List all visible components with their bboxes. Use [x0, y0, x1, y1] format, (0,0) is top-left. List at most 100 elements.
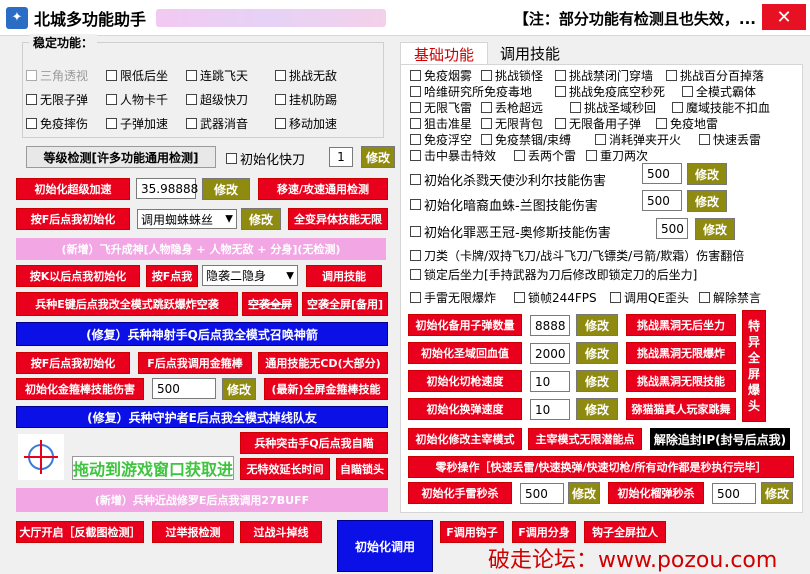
level-check-button[interactable]: 等级检测[许多功能通用检测]: [26, 146, 216, 168]
self-aim-head-button[interactable]: 自瞄锁头: [336, 458, 388, 480]
dark-blood-input[interactable]: 500: [642, 190, 682, 211]
checkbox-low-space[interactable]: 挑战免疫底空秒死: [555, 83, 665, 100]
airstrike-full-button[interactable]: 空袭全屏: [242, 292, 298, 316]
modify-button[interactable]: 修改: [687, 190, 727, 212]
init-holy-regen-button[interactable]: 初始化圣域回血值: [408, 342, 522, 364]
checkbox-init-kill-sky[interactable]: 初始化杀戮天使沙利尔技能伤害: [410, 170, 606, 189]
modify-button[interactable]: 修改: [568, 482, 600, 504]
golden-damage-input[interactable]: 500: [152, 378, 216, 399]
init-grenade-sec-button[interactable]: 初始化手雷秒杀: [408, 482, 512, 504]
mimi-jump-button[interactable]: 猕猫猫真人玩家跳舞: [626, 398, 736, 420]
checkbox-demon-skill[interactable]: 魔域技能不扣血: [672, 99, 770, 116]
shotgun-sec-input[interactable]: 500: [712, 483, 756, 504]
checkbox-anti-kick[interactable]: 挂机防踢: [275, 91, 337, 108]
checkbox-low-recoil[interactable]: 限低后坐: [106, 67, 168, 84]
checkbox-knife-types[interactable]: 刀类（卡牌/双持飞刀/战斗飞刀/飞镖类/弓箭/欺霜）伤害翻倍: [410, 247, 744, 264]
pass-fight-button[interactable]: 过战斗掉线: [240, 521, 322, 543]
checkbox-far-throw[interactable]: 丢枪超远: [481, 99, 543, 116]
checkbox-sniper-scope[interactable]: 狙击准星: [410, 115, 472, 132]
checkbox-challenge-lock[interactable]: 挑战锁怪: [481, 67, 543, 84]
grenade-sec-input[interactable]: 500: [520, 483, 564, 504]
challenge-blackhole-bomb-button[interactable]: 挑战黑洞无限爆炸: [626, 342, 736, 364]
no-special-delay-button[interactable]: 无特效延长时间: [240, 458, 330, 480]
checkbox-init-fast-knife[interactable]: 初始化快刀: [226, 149, 305, 168]
tab-call-skill[interactable]: 调用技能: [490, 42, 570, 65]
crosshair-icon[interactable]: [18, 434, 64, 480]
init-switch-gun-button[interactable]: 初始化切枪速度: [408, 370, 522, 392]
modify-button[interactable]: 修改: [761, 482, 793, 504]
checkbox-infinite-bag[interactable]: 无限背包: [481, 115, 543, 132]
checkbox-full-drop[interactable]: 挑战百分百掉落: [666, 67, 764, 84]
checkbox-init-dark-blood[interactable]: 初始化暗裔血蛛-兰图技能伤害: [410, 195, 598, 214]
swap-ammo-input[interactable]: 10: [530, 399, 570, 420]
checkbox-move-speed[interactable]: 移动加速: [275, 115, 337, 132]
challenge-blackhole-recoil-button[interactable]: 挑战黑洞无后坐力: [626, 314, 736, 336]
init-shotgun-sec-button[interactable]: 初始化榴弹秒杀: [608, 482, 704, 504]
pass-report-button[interactable]: 过举报检测: [152, 521, 234, 543]
flying-new-button[interactable]: (新增）飞升成神[人物隐身 + 人物无敌 + 分身](无检测): [16, 238, 386, 260]
modify-button[interactable]: 修改: [202, 178, 250, 200]
init-ammo-button[interactable]: 初始化备用子弹数量: [408, 314, 522, 336]
fix-sniper-button[interactable]: (修复）兵种神射手Q后点我全模式召唤神箭: [16, 322, 388, 346]
checkbox-infinite-spare-ammo[interactable]: 无限备用子弹: [555, 115, 641, 132]
evil-crown-input[interactable]: 500: [656, 218, 688, 239]
checkbox-infinite-ammo[interactable]: 无限子弹: [26, 91, 88, 108]
new-shura-button[interactable]: (新增）兵种近战修罗E后点我调用27BUFF: [16, 488, 388, 512]
checkbox-door-through[interactable]: 挑战禁闭门穿墙: [555, 67, 653, 84]
checkbox-bullet-speed[interactable]: 子弹加速: [106, 115, 168, 132]
skill-nocd-button[interactable]: 通用技能无CD(大部分): [258, 352, 388, 374]
checkbox-character-stuck[interactable]: 人物卡千: [106, 91, 168, 108]
checkbox-quick-grenade[interactable]: 快速丢雷: [699, 131, 761, 148]
fullbody-nolimit-button[interactable]: 全变异体技能无限: [288, 208, 388, 230]
checkbox-infinite-thunder[interactable]: 无限飞雷: [410, 99, 472, 116]
press-f-init-button[interactable]: 按F后点我初始化: [16, 208, 130, 230]
modify-button[interactable]: 修改: [361, 146, 395, 168]
lobby-open-button[interactable]: 大厅开启［反截图检测］: [16, 521, 144, 543]
e-key-change-button[interactable]: 兵种E键后点我改全模式跳跃爆炸空袭: [16, 292, 238, 316]
checkbox-clip-fire[interactable]: 消耗弹夹开火: [595, 131, 681, 148]
checkbox-super-knife[interactable]: 超级快刀: [186, 91, 248, 108]
checkbox-fly-jump[interactable]: 连跳飞天: [186, 67, 248, 84]
init-mod-mode-button[interactable]: 初始化修改主宰模式: [408, 428, 522, 450]
special-full-bomb-button[interactable]: 特 异 全 屏 爆 头: [742, 310, 766, 422]
assault-q-button[interactable]: 兵种突击手Q后点我自瞄: [240, 432, 388, 454]
checkbox-triangle-esp[interactable]: 三角透视: [26, 67, 88, 84]
press-k-init-button[interactable]: 按K以后点我初始化: [16, 265, 140, 287]
modify-button[interactable]: 修改: [222, 378, 256, 400]
checkbox-call-qe[interactable]: 调用QE歪头: [610, 289, 689, 306]
checkbox-lock-recoil[interactable]: 锁定后坐力[手持武器为刀后修改即锁定刀的后坐力]: [410, 266, 697, 283]
modify-button[interactable]: 修改: [576, 398, 618, 420]
press-f-me-button[interactable]: 按F点我: [146, 265, 198, 287]
checkbox-float-immune[interactable]: 免疫浮空: [410, 131, 472, 148]
checkbox-holy-regen[interactable]: 挑战圣域秒回: [570, 99, 656, 116]
modify-button[interactable]: 修改: [576, 370, 618, 392]
checkbox-grenade-nolimit[interactable]: 手雷无限爆炸: [410, 289, 496, 306]
checkbox-fall-immune[interactable]: 免疫摔伤: [26, 115, 88, 132]
stealth-select[interactable]: 隐袭二隐身 ▼: [202, 265, 298, 286]
modify-button[interactable]: 修改: [576, 342, 618, 364]
init-call-button[interactable]: 初始化调用: [337, 520, 433, 572]
checkbox-two-grenades[interactable]: 丢两个雷: [514, 147, 576, 164]
zero-sec-ops-button[interactable]: 零秒操作［快速丢雷/快速换弹/快速切枪/所有动作都是秒执行完毕］: [408, 456, 794, 478]
checkbox-lock-fps[interactable]: 锁帧244FPS: [514, 289, 597, 306]
f-call-split-button[interactable]: F调用分身: [512, 521, 576, 543]
checkbox-unlock-ban[interactable]: 解除禁言: [699, 289, 761, 306]
move-attack-detect-button[interactable]: 移速/攻速通用检测: [258, 178, 388, 200]
airstrike-backup-button[interactable]: 空袭全屏[备用]: [302, 292, 388, 316]
speed-input[interactable]: 35.98888: [136, 178, 198, 199]
tab-basic[interactable]: 基础功能: [400, 42, 488, 66]
checkbox-havey-poison[interactable]: 哈维研究所免疫毒地: [410, 83, 532, 100]
checkbox-bind-immune[interactable]: 免疫禁锢/束缚: [481, 131, 571, 148]
checkbox-challenge-god[interactable]: 挑战无敌: [275, 67, 337, 84]
holy-regen-input[interactable]: 2000: [530, 343, 570, 364]
switch-gun-input[interactable]: 10: [530, 371, 570, 392]
latest-golden-full-button[interactable]: (最新)全屏金箍棒技能: [264, 378, 388, 400]
challenge-blackhole-skill-button[interactable]: 挑战黑洞无限技能: [626, 370, 736, 392]
checkbox-mine-immune[interactable]: 免疫地雷: [656, 115, 718, 132]
checkbox-double-slash[interactable]: 重刀两次: [586, 147, 648, 164]
close-icon[interactable]: ✕: [762, 4, 806, 30]
init-swap-ammo-button[interactable]: 初始化换弹速度: [408, 398, 522, 420]
f-call-hook-button[interactable]: F调用钩子: [440, 521, 504, 543]
modify-button[interactable]: 修改: [695, 218, 735, 240]
kill-sky-input[interactable]: 500: [642, 163, 682, 184]
